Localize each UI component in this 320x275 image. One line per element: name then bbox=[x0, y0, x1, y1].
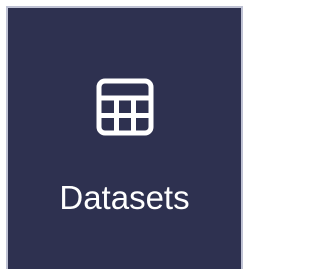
table-icon bbox=[94, 76, 156, 138]
tile-label: Datasets bbox=[59, 179, 190, 216]
datasets-tile[interactable]: Datasets bbox=[6, 6, 243, 269]
